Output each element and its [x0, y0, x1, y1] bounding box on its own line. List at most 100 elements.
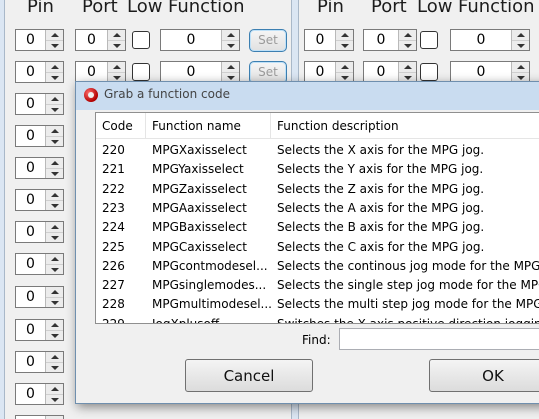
function-name-column-header[interactable]: Function name: [146, 113, 271, 139]
list-item[interactable]: 228 MPGmultimodesel... Selects the multi s…: [96, 295, 539, 314]
spin-down-icon[interactable]: [46, 40, 63, 50]
spin-up-icon[interactable]: [46, 384, 63, 394]
active-low-checkbox[interactable]: [132, 31, 150, 49]
spin-up-icon[interactable]: [336, 62, 353, 72]
spinner-value: 0: [26, 64, 35, 80]
value-spinner[interactable]: 0: [15, 93, 64, 115]
spin-up-icon[interactable]: [108, 30, 125, 40]
spin-up-icon[interactable]: [46, 320, 63, 330]
spinner-value: 0: [315, 64, 325, 80]
function-code: 228: [102, 297, 125, 312]
list-item[interactable]: 222 MPGZaxisselect Selects the Z axis for …: [96, 180, 539, 199]
spin-up-icon[interactable]: [46, 190, 63, 200]
value-spinner[interactable]: 0: [160, 61, 240, 83]
list-item[interactable]: 223 MPGAaxisselect Selects the A axis for …: [96, 199, 539, 218]
app-logo-icon: [84, 88, 98, 102]
value-spinner[interactable]: 0: [15, 415, 64, 419]
io-row: 0 0 0: [299, 29, 539, 53]
value-spinner[interactable]: 0: [15, 221, 64, 243]
value-spinner[interactable]: 0: [75, 61, 126, 83]
value-spinner[interactable]: 0: [160, 29, 240, 51]
spin-up-icon[interactable]: [46, 30, 63, 40]
spin-down-icon[interactable]: [46, 168, 63, 178]
spin-down-icon[interactable]: [222, 40, 239, 50]
spin-down-icon[interactable]: [512, 40, 529, 50]
find-input[interactable]: [339, 328, 539, 350]
spin-up-icon[interactable]: [108, 62, 125, 72]
value-spinner[interactable]: 0: [304, 29, 354, 51]
spin-up-icon[interactable]: [46, 94, 63, 104]
spin-up-icon[interactable]: [46, 222, 63, 232]
value-spinner[interactable]: 0: [15, 157, 64, 179]
value-spinner[interactable]: 0: [15, 383, 64, 405]
spin-up-icon[interactable]: [46, 352, 63, 362]
spin-up-icon[interactable]: [222, 62, 239, 72]
spin-up-icon[interactable]: [399, 62, 416, 72]
spin-up-icon[interactable]: [336, 30, 353, 40]
value-spinner[interactable]: 0: [15, 319, 64, 341]
pin-header: Pin: [317, 0, 344, 17]
ok-button[interactable]: OK: [429, 359, 539, 392]
list-item[interactable]: 225 MPGCaxisselect Selects the C axis for …: [96, 238, 539, 257]
spinner-value: 0: [315, 32, 325, 48]
function-code: 220: [102, 143, 125, 157]
value-spinner[interactable]: 0: [15, 351, 64, 373]
code-column-header[interactable]: Code: [96, 113, 146, 139]
cancel-button[interactable]: Cancel: [185, 359, 313, 392]
spin-down-icon[interactable]: [46, 394, 63, 404]
spin-down-icon[interactable]: [46, 104, 63, 114]
spin-down-icon[interactable]: [46, 264, 63, 274]
spin-down-icon[interactable]: [46, 362, 63, 372]
active-low-checkbox[interactable]: [420, 63, 438, 81]
spin-down-icon[interactable]: [46, 330, 63, 340]
list-item[interactable]: 229 JogXplusoff Switches the X axis positi…: [96, 315, 539, 324]
set-button[interactable]: Set: [249, 29, 287, 52]
spin-down-icon[interactable]: [108, 40, 125, 50]
spin-down-icon[interactable]: [46, 232, 63, 242]
value-spinner[interactable]: 0: [15, 253, 64, 275]
value-spinner[interactable]: 0: [450, 61, 530, 83]
list-item[interactable]: 227 MPGsinglemodes... Selects the single s…: [96, 276, 539, 295]
value-spinner[interactable]: 0: [304, 61, 354, 83]
function-code: 222: [102, 181, 125, 196]
spin-up-icon[interactable]: [512, 30, 529, 40]
value-spinner[interactable]: 0: [363, 29, 417, 51]
value-spinner[interactable]: 0: [75, 29, 126, 51]
list-item[interactable]: 224 MPGBaxisselect Selects the B axis for …: [96, 218, 539, 237]
spin-up-icon[interactable]: [512, 62, 529, 72]
list-item[interactable]: 221 MPGYaxisselect Selects the Y axis for …: [96, 160, 539, 179]
low-header: Low: [417, 0, 453, 17]
spin-up-icon[interactable]: [222, 30, 239, 40]
dialog-titlebar[interactable]: Grab a function code: [76, 82, 539, 110]
spin-down-icon[interactable]: [399, 40, 416, 50]
function-code: 224: [102, 220, 125, 235]
list-item[interactable]: 226 MPGcontmodesel... Selects the continou…: [96, 257, 539, 276]
spin-down-icon[interactable]: [46, 200, 63, 210]
function-name: JogXplusoff: [152, 316, 220, 324]
function-list[interactable]: Code Function name Function description …: [95, 112, 539, 324]
spin-up-icon[interactable]: [46, 62, 63, 72]
spinner-value: 0: [476, 32, 486, 48]
active-low-checkbox[interactable]: [132, 63, 150, 81]
function-description: Selects the C axis for the MPG jog.: [277, 239, 485, 254]
active-low-checkbox[interactable]: [420, 31, 438, 49]
spin-down-icon[interactable]: [336, 40, 353, 50]
spin-up-icon[interactable]: [46, 287, 63, 297]
function-description-column-header[interactable]: Function description: [271, 113, 539, 139]
spin-up-icon[interactable]: [46, 254, 63, 264]
value-spinner[interactable]: 0: [15, 61, 64, 83]
value-spinner[interactable]: 0: [363, 61, 417, 83]
spin-up-icon[interactable]: [46, 126, 63, 136]
value-spinner[interactable]: 0: [15, 286, 64, 308]
list-item[interactable]: 220 MPGXaxisselect Selects the X axis for …: [96, 141, 539, 160]
spin-down-icon[interactable]: [46, 72, 63, 82]
value-spinner[interactable]: 0: [15, 189, 64, 211]
spin-down-icon[interactable]: [46, 136, 63, 146]
value-spinner[interactable]: 0: [450, 29, 530, 51]
value-spinner[interactable]: 0: [15, 29, 64, 51]
spin-up-icon[interactable]: [46, 158, 63, 168]
spin-down-icon[interactable]: [46, 297, 63, 307]
spin-up-icon[interactable]: [399, 30, 416, 40]
spinner-value: 0: [376, 32, 386, 48]
value-spinner[interactable]: 0: [15, 125, 64, 147]
